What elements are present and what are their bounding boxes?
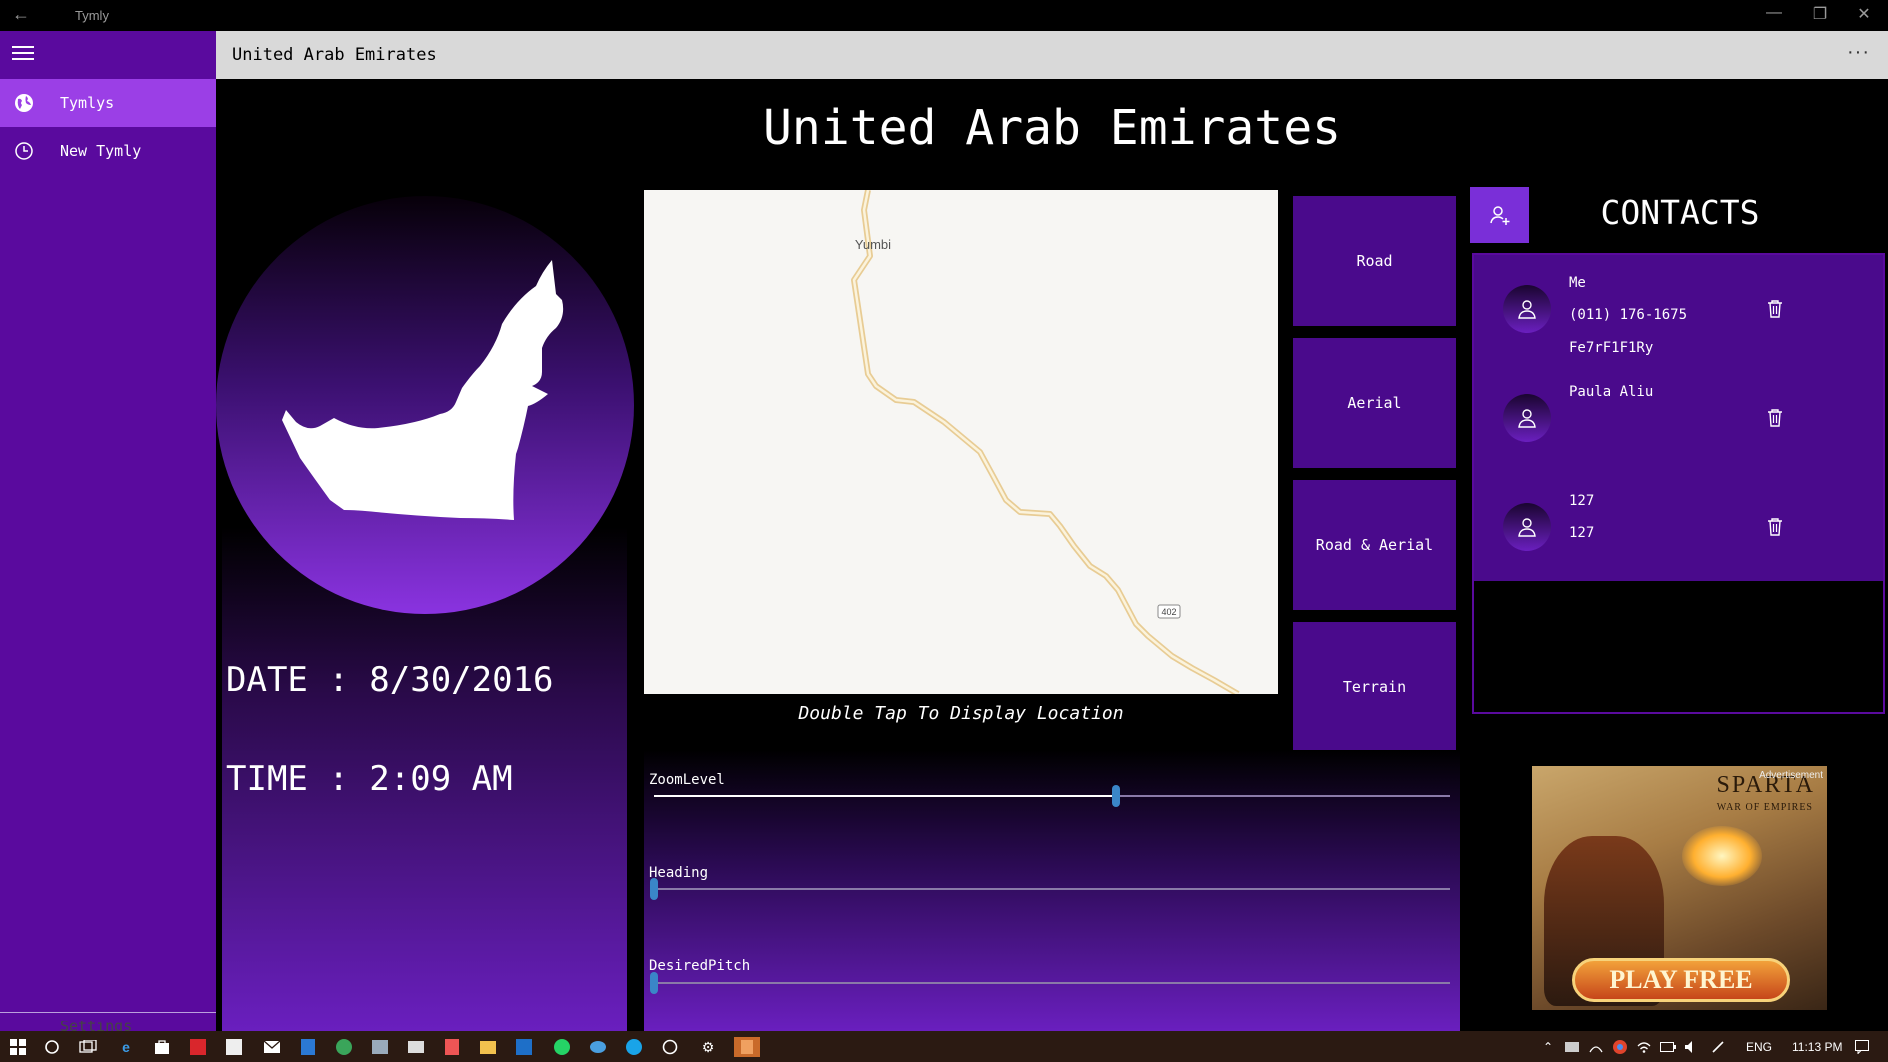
contact-detail: Fe7rF1F1Ry — [1569, 340, 1654, 356]
contact-phone: 127 — [1569, 525, 1595, 541]
advertisement-banner[interactable]: SPARTA WAR OF EMPIRES Advertisement PLAY… — [1532, 766, 1827, 1010]
globe-icon — [12, 91, 36, 115]
app-red-icon[interactable] — [188, 1037, 208, 1057]
edge-browser-icon[interactable]: e — [116, 1037, 136, 1057]
trash-icon[interactable] — [1765, 516, 1785, 538]
language-indicator[interactable]: ENG — [1746, 1040, 1772, 1054]
app-cloud-icon[interactable] — [588, 1037, 608, 1057]
app-photos-icon[interactable] — [370, 1037, 390, 1057]
keyboard-icon[interactable] — [1714, 1037, 1734, 1057]
contact-item[interactable]: Paula Aliu — [1474, 364, 1883, 473]
map-type-terrain-button[interactable]: Terrain — [1293, 622, 1456, 752]
window-titlebar: ← Tymly — ❐ ✕ — [0, 0, 1888, 31]
uae-map-silhouette — [282, 260, 564, 520]
person-icon — [1503, 394, 1551, 442]
person-icon — [1503, 503, 1551, 551]
heading-slider-thumb[interactable] — [650, 878, 658, 900]
map-view[interactable]: Yumbi 402 — [644, 190, 1278, 694]
zoom-level-slider-thumb[interactable] — [1112, 785, 1120, 807]
contact-name: Paula Aliu — [1569, 384, 1654, 400]
header-bar: United Arab Emirates ··· — [216, 31, 1888, 79]
heading-slider-track[interactable] — [654, 888, 1450, 890]
add-contact-button[interactable] — [1470, 187, 1529, 243]
zoom-level-label: ZoomLevel — [649, 772, 725, 788]
file-explorer-icon[interactable] — [478, 1037, 498, 1057]
search-circle-icon[interactable] — [42, 1037, 62, 1057]
taskbar: e ⚙ ⌃ ENG 11:13 PM — [0, 1031, 1888, 1062]
sidebar: Tymlys New Tymly Settings — [0, 31, 216, 1033]
app-title: Tymly — [75, 8, 109, 23]
close-button[interactable]: ✕ — [1844, 4, 1884, 24]
contacts-title: CONTACTS — [1600, 193, 1760, 232]
date-label: DATE : 8/30/2016 — [226, 660, 554, 700]
ad-subtitle: WAR OF EMPIRES — [1716, 802, 1813, 813]
road-shield-label: 402 — [1161, 607, 1176, 617]
sidebar-item-new-tymly[interactable]: New Tymly — [0, 127, 216, 175]
tray-app-icon[interactable] — [1562, 1037, 1582, 1057]
app-green-icon[interactable] — [334, 1037, 354, 1057]
trash-icon[interactable] — [1765, 407, 1785, 429]
contact-item[interactable]: 127 127 — [1474, 473, 1883, 582]
more-options-button[interactable]: ··· — [1847, 41, 1870, 64]
contact-item[interactable]: Me (011) 176-1675 Fe7rF1F1Ry — [1474, 255, 1883, 364]
contact-name: Me — [1569, 275, 1586, 291]
map-controls-panel — [644, 750, 1460, 1032]
mail-icon[interactable] — [262, 1037, 282, 1057]
map-type-road-button[interactable]: Road — [1293, 196, 1456, 326]
store-icon[interactable] — [152, 1037, 172, 1057]
country-shape-circle — [216, 196, 634, 614]
header-title: United Arab Emirates — [232, 45, 437, 65]
person-icon — [1503, 285, 1551, 333]
page-title: United Arab Emirates — [763, 100, 1341, 156]
time-label: TIME : 2:09 AM — [226, 759, 513, 799]
notification-center-icon[interactable] — [1852, 1037, 1872, 1057]
settings-gear-icon[interactable]: ⚙ — [698, 1037, 718, 1057]
chevron-up-icon[interactable]: ⌃ — [1538, 1037, 1558, 1057]
sidebar-item-label: New Tymly — [60, 142, 142, 160]
app-media-icon[interactable] — [406, 1037, 426, 1057]
battery-icon[interactable] — [1658, 1037, 1678, 1057]
whatsapp-icon[interactable] — [552, 1037, 572, 1057]
heading-label: Heading — [649, 865, 709, 881]
map-caption: Double Tap To Display Location — [798, 703, 1124, 724]
ad-fire-graphic — [1682, 826, 1762, 886]
zoom-level-slider-fill — [654, 795, 1116, 797]
app-grid-icon[interactable] — [224, 1037, 244, 1057]
task-view-icon[interactable] — [78, 1037, 98, 1057]
wifi-icon[interactable] — [1634, 1037, 1654, 1057]
app-blue-icon[interactable] — [298, 1037, 318, 1057]
trash-icon[interactable] — [1765, 298, 1785, 320]
minimize-button[interactable]: — — [1754, 4, 1794, 22]
restore-button[interactable]: ❐ — [1800, 4, 1840, 24]
map-type-aerial-button[interactable]: Aerial — [1293, 338, 1456, 468]
sidebar-item-tymlys[interactable]: Tymlys — [0, 79, 216, 127]
contact-phone: (011) 176-1675 — [1569, 307, 1688, 323]
ad-tag: Advertisement — [1759, 770, 1823, 781]
desired-pitch-label: DesiredPitch — [649, 958, 751, 974]
app-q-icon[interactable] — [514, 1037, 534, 1057]
hamburger-menu-icon[interactable] — [12, 46, 34, 62]
volume-icon[interactable] — [1682, 1037, 1702, 1057]
chrome-icon[interactable] — [1610, 1037, 1630, 1057]
desired-pitch-slider-track[interactable] — [654, 982, 1450, 984]
network-icon[interactable] — [1586, 1037, 1606, 1057]
map-type-road-aerial-button[interactable]: Road & Aerial — [1293, 480, 1456, 610]
sidebar-divider — [0, 1012, 216, 1013]
sidebar-item-label: Tymlys — [60, 94, 115, 112]
contact-name: 127 — [1569, 493, 1595, 509]
ad-play-button[interactable]: PLAY FREE — [1572, 958, 1790, 1002]
system-clock[interactable]: 11:13 PM — [1792, 1040, 1842, 1054]
tymly-app-icon[interactable] — [734, 1037, 760, 1057]
clock-icon — [12, 139, 36, 163]
windows-start-icon[interactable] — [8, 1037, 28, 1057]
map-place-label: Yumbi — [855, 237, 891, 252]
add-person-icon — [1489, 206, 1509, 225]
app-popcorn-icon[interactable] — [442, 1037, 462, 1057]
back-arrow-icon[interactable]: ← — [12, 4, 30, 25]
desired-pitch-slider-thumb[interactable] — [650, 972, 658, 994]
app-circle-icon[interactable] — [660, 1037, 680, 1057]
skype-icon[interactable] — [624, 1037, 644, 1057]
